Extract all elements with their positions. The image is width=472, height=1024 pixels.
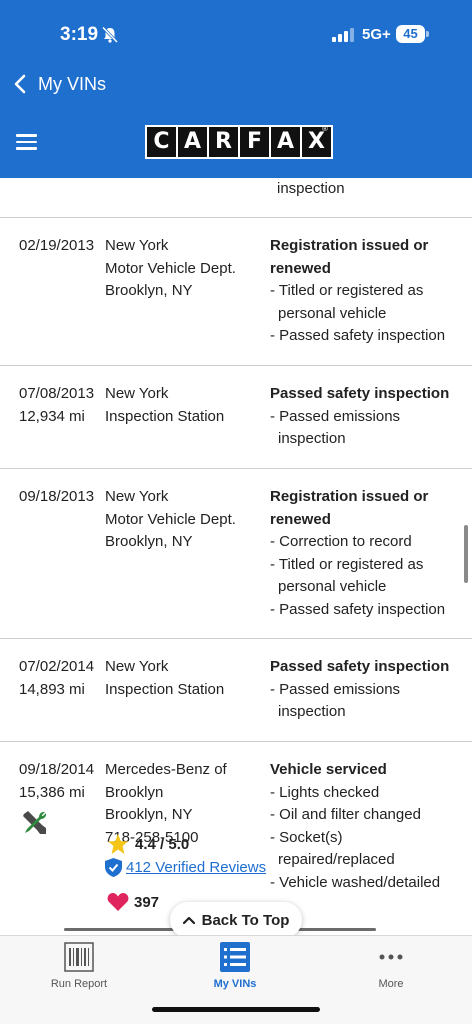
scrollbar-thumb[interactable] [464, 525, 468, 583]
source-line: Brooklyn [105, 783, 164, 801]
tab-more[interactable]: More [331, 942, 451, 990]
dealer-rating: 4.4 / 5.0 [107, 833, 189, 855]
history-record: 07/02/2014 14,893 mi New York Inspection… [0, 639, 472, 742]
source-line: Inspection Station [105, 680, 225, 698]
detail-item: - Titled or registered as personal vehic… [270, 555, 424, 596]
record-title: renewed [270, 510, 331, 528]
source-line: New York [105, 237, 169, 254]
tab-more-label: More [378, 978, 404, 990]
detail-item: - Passed emissions inspection [270, 680, 401, 721]
detail-item: - Passed safety inspection [270, 600, 446, 618]
tab-run-report-label: Run Report [50, 978, 108, 990]
app-header: C A R F A X ® [0, 108, 472, 178]
record-title: Registration issued or [270, 488, 429, 505]
chevron-left-icon[interactable] [12, 73, 28, 95]
barcode-icon [64, 942, 94, 972]
detail-item: - Passed emissions inspection [270, 407, 401, 448]
record-date: 07/02/2014 [19, 658, 95, 675]
signal-icon [332, 28, 354, 42]
history-record: 02/19/2013 New York Motor Vehicle Dept. … [0, 218, 472, 366]
nav-bar: My VINs [0, 62, 472, 108]
detail-item: - Lights checked [270, 783, 380, 801]
record-title: renewed [270, 259, 331, 277]
record-title: Vehicle serviced [270, 761, 387, 778]
carfax-logo: C A R F A X [145, 125, 333, 159]
source-line: Brooklyn, NY [105, 806, 193, 823]
record-mileage: 15,386 mi [19, 783, 85, 801]
registered-mark: ® [322, 124, 328, 133]
verified-reviews-link[interactable]: 412 Verified Reviews [126, 859, 266, 876]
record-date: 09/18/2014 [19, 761, 95, 778]
detail-item: inspection [277, 180, 345, 197]
back-button[interactable]: My VINs [38, 74, 106, 95]
record-mileage: 12,934 mi [19, 407, 85, 425]
history-record: 09/18/2013 New York Motor Vehicle Dept. … [0, 469, 472, 639]
verified-shield-icon [105, 858, 122, 877]
history-list[interactable]: inspection 02/19/2013 New York Motor Veh… [0, 178, 472, 935]
tab-run-report[interactable]: Run Report [19, 942, 139, 990]
rating-value: 4.4 / 5.0 [135, 835, 190, 853]
battery-icon: 45 [396, 25, 429, 43]
network-label: 5G+ [362, 26, 391, 43]
hamburger-menu-icon[interactable] [16, 134, 37, 150]
back-to-top-label: Back To Top [201, 911, 290, 929]
source-line: Inspection Station [105, 407, 225, 425]
detail-item: - Socket(s) repaired/replaced [270, 828, 395, 869]
back-to-top-button[interactable]: Back To Top [170, 902, 302, 938]
record-title: Passed safety inspection [270, 385, 450, 402]
reviews-row: 412 Verified Reviews [105, 858, 266, 877]
tab-my-vins[interactable]: My VINs [175, 942, 295, 990]
source-line: New York [105, 488, 169, 505]
detail-item: - Oil and filter changed [270, 806, 421, 823]
source-line: New York [105, 658, 169, 675]
favorites-row: 397 [107, 892, 159, 912]
source-line: Brooklyn, NY [105, 533, 193, 550]
bell-slash-icon [101, 26, 119, 44]
record-date: 07/08/2013 [19, 385, 95, 402]
record-title: Passed safety inspection [270, 658, 450, 675]
record-fragment: inspection [0, 178, 472, 218]
history-record: 07/08/2013 12,934 mi New York Inspection… [0, 366, 472, 469]
detail-item: - Correction to record [270, 533, 412, 550]
detail-item: - Vehicle washed/detailed [270, 873, 441, 891]
source-line: Mercedes-Benz of [105, 761, 227, 778]
star-icon [107, 833, 129, 855]
record-title: Registration issued or [270, 237, 429, 254]
chevron-up-icon [182, 916, 195, 924]
more-dots-icon [379, 954, 403, 960]
status-bar: 3:19 5G+ 45 [0, 0, 472, 62]
source-line: Brooklyn, NY [105, 282, 193, 299]
status-time: 3:19 [60, 24, 99, 45]
service-wrench-icon [23, 811, 47, 834]
favorites-count: 397 [134, 893, 160, 911]
source-line: New York [105, 385, 169, 402]
source-line: Motor Vehicle Dept. [105, 259, 236, 277]
list-icon [220, 942, 250, 972]
battery-level: 45 [396, 25, 425, 43]
detail-item: - Titled or registered as personal vehic… [270, 282, 424, 322]
tab-my-vins-label: My VINs [213, 978, 257, 990]
detail-item: - Passed safety inspection [270, 327, 446, 344]
heart-icon[interactable] [107, 892, 129, 912]
record-date: 09/18/2013 [19, 488, 95, 505]
source-line: Motor Vehicle Dept. [105, 510, 236, 528]
home-indicator[interactable] [152, 1007, 320, 1012]
record-date: 02/19/2013 [19, 237, 95, 254]
record-mileage: 14,893 mi [19, 680, 85, 698]
